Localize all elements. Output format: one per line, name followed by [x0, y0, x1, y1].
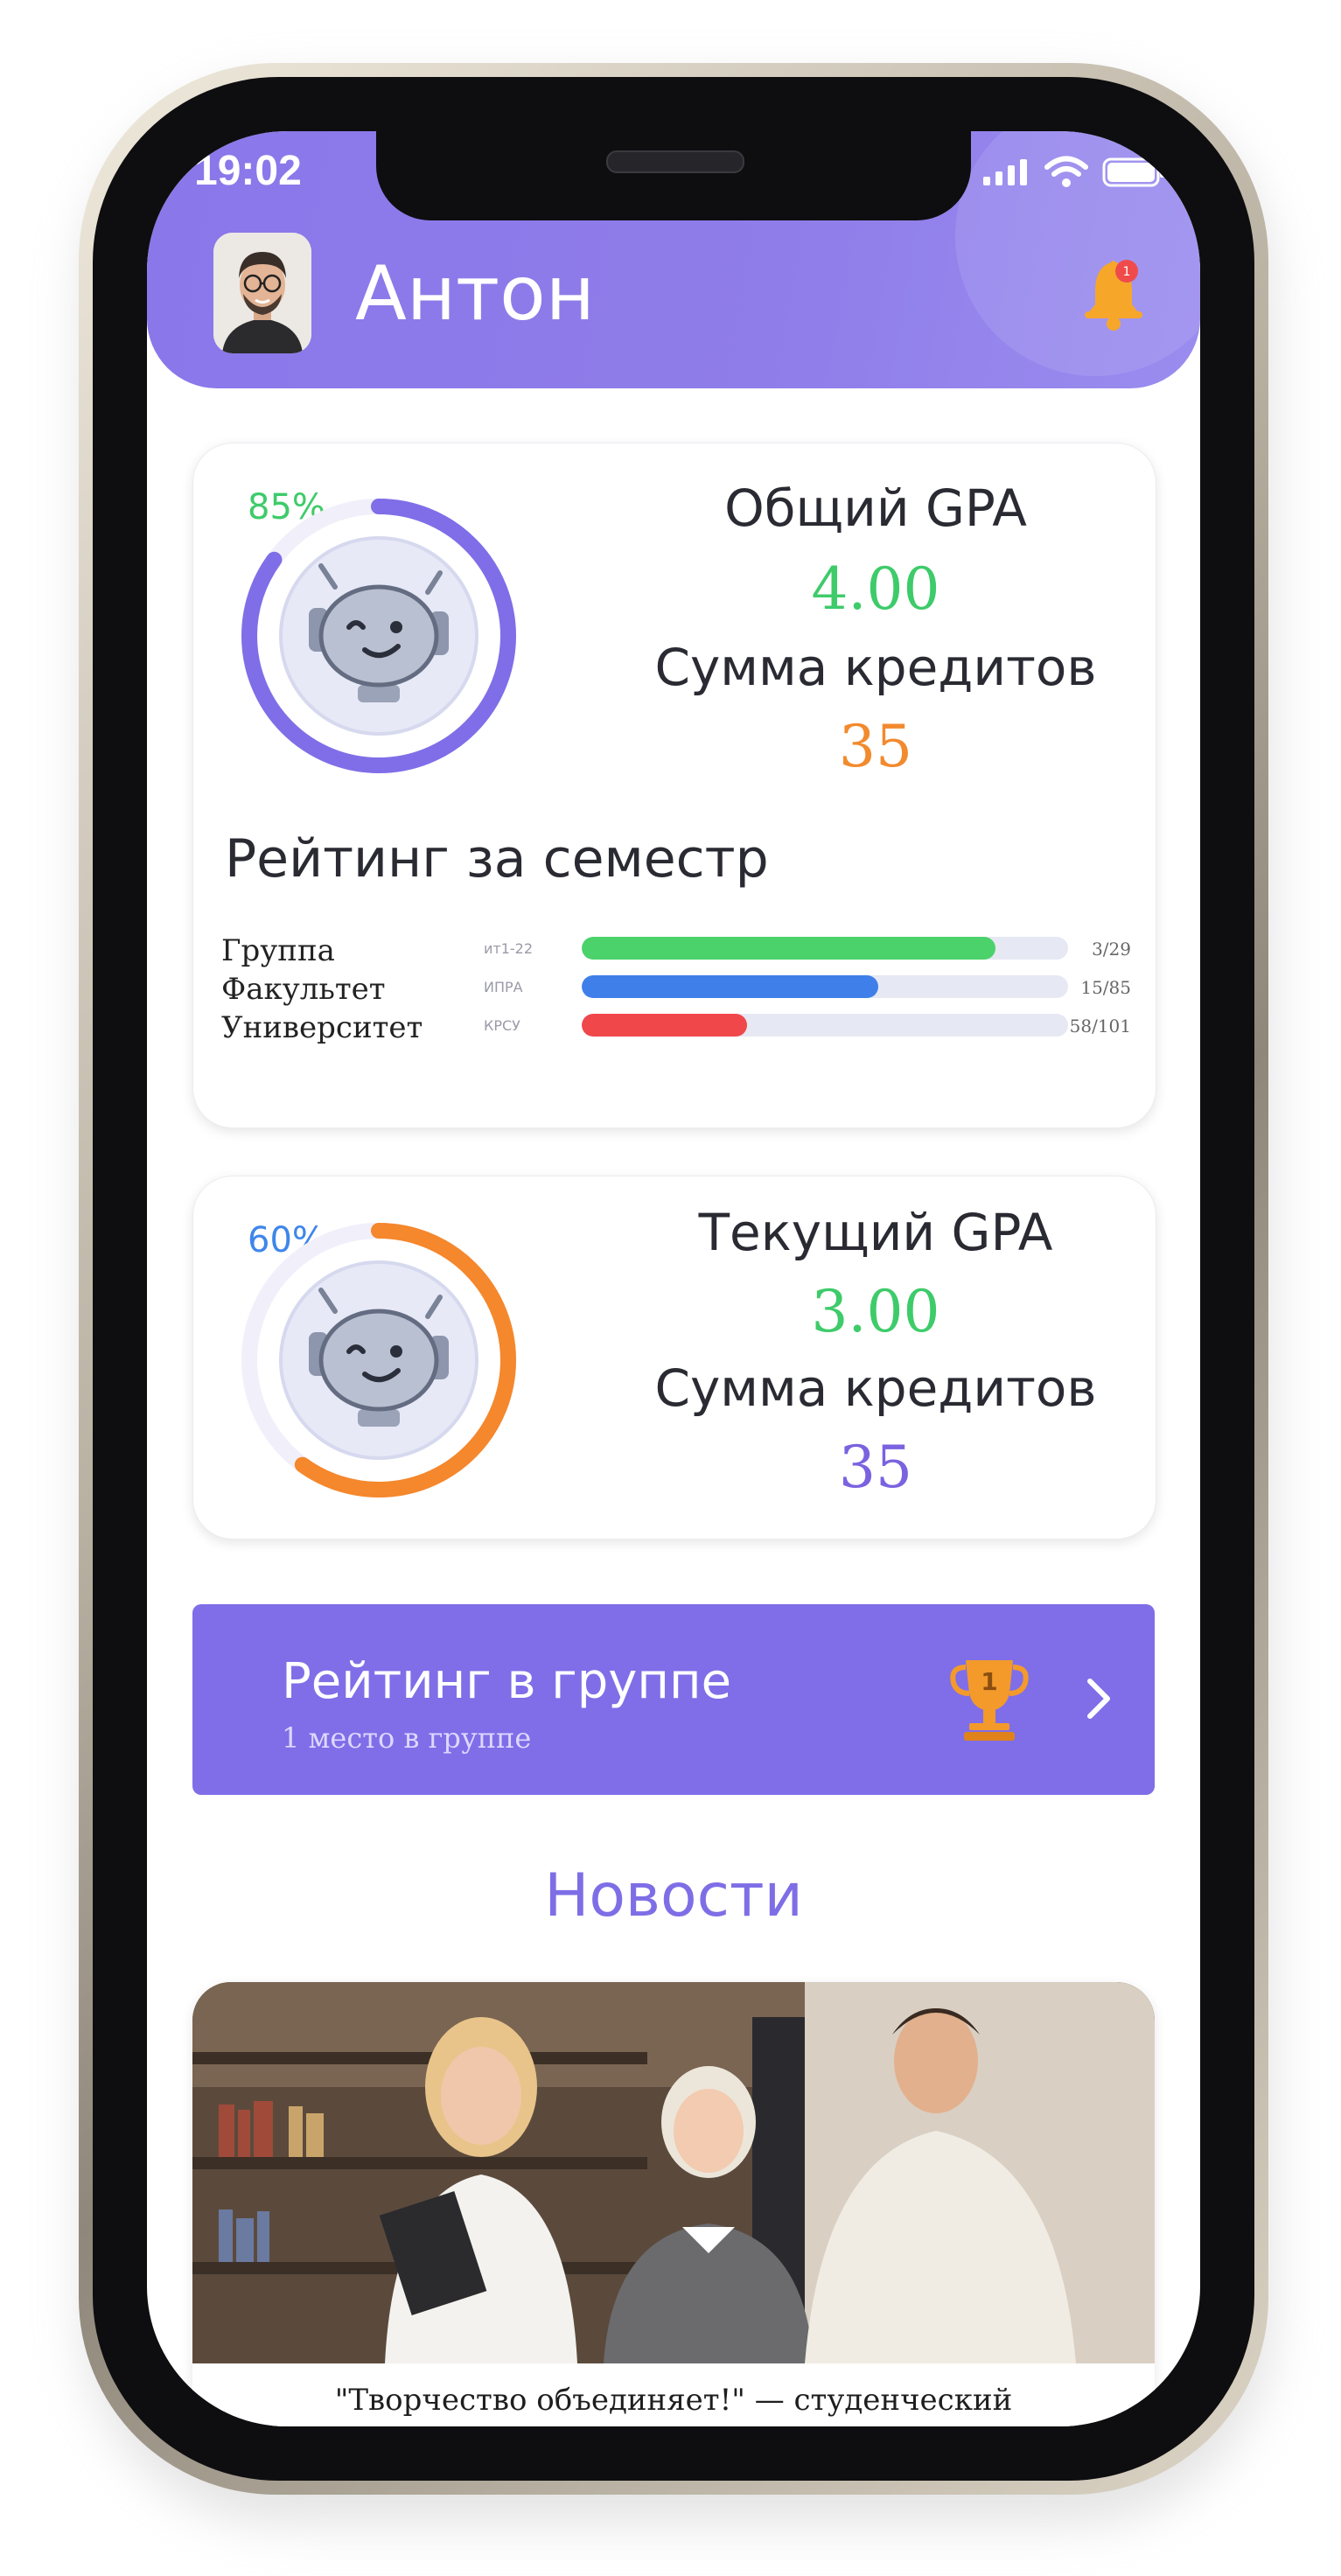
username: Антон	[355, 250, 595, 338]
semester-rating-title: Рейтинг за семестр	[225, 828, 769, 890]
avatar[interactable]	[213, 233, 311, 353]
rank-progress-fill	[582, 937, 995, 960]
rank-position: 3/29	[1092, 939, 1131, 960]
trophy-icon: 1	[950, 1660, 1029, 1741]
wifi-icon	[1044, 156, 1088, 187]
rank-position: 58/101	[1069, 1016, 1131, 1037]
avatar-photo	[213, 233, 311, 353]
group-rating-button[interactable]: Рейтинг в группе 1 место в группе 1	[192, 1604, 1155, 1795]
status-icons	[981, 156, 1167, 189]
rank-row-university: Университет КРСУ 58/101	[221, 1010, 1131, 1045]
overall-credits-value: 35	[839, 713, 912, 780]
overall-gpa-title: Общий GPA	[724, 478, 1027, 538]
current-credits-title: Сумма кредитов	[654, 1358, 1097, 1418]
news-photo	[192, 1982, 1155, 2363]
group-rating-title: Рейтинг в группе	[282, 1653, 732, 1710]
chevron-right-icon[interactable]	[1081, 1672, 1116, 1725]
app-screen: 19:02 Антон 1 85% Общий GPA 4.00 Сумма к…	[147, 131, 1200, 2426]
rank-progress-fill	[582, 975, 879, 998]
current-gpa-card: 60% Текущий GPA 3.00 Сумма кредитов 35	[192, 1176, 1156, 1539]
rank-progress-track	[582, 1014, 1068, 1037]
rank-code: КРСУ	[484, 1017, 520, 1034]
current-credits-value: 35	[839, 1434, 912, 1501]
news-caption: "Творчество объединяет!" — студенческий	[334, 2383, 1013, 2418]
notification-count: 1	[1123, 265, 1131, 279]
group-rating-subtitle: 1 место в группе	[282, 1721, 532, 1755]
rank-row-faculty: Факультет ИПРА 15/85	[221, 972, 1131, 1007]
rank-progress-track	[582, 937, 1068, 960]
robot-mascot-icon	[279, 1260, 478, 1460]
rank-progress-track	[582, 975, 1068, 998]
news-card[interactable]: "Творчество объединяет!" — студенческий	[192, 1982, 1155, 2426]
rank-label: Факультет	[221, 972, 386, 1007]
rank-label: Группа	[221, 933, 335, 968]
signal-icon	[983, 159, 1027, 185]
rank-code: ИПРА	[484, 979, 523, 995]
notch	[376, 131, 971, 220]
overall-credits-title: Сумма кредитов	[654, 638, 1097, 697]
robot-mascot-icon	[279, 536, 478, 736]
current-gpa-title: Текущий GPA	[698, 1203, 1053, 1262]
trophy-number: 1	[981, 1667, 997, 1696]
status-time: 19:02	[194, 148, 302, 194]
speaker	[606, 150, 744, 173]
battery-icon	[1102, 157, 1164, 187]
rank-code: ит1-22	[484, 940, 534, 957]
rank-row-group: Группа ит1-22 3/29	[221, 933, 1131, 968]
rank-label: Университет	[221, 1010, 423, 1045]
rank-progress-fill	[582, 1014, 748, 1037]
rank-position: 15/85	[1080, 977, 1131, 998]
overall-gpa-value: 4.00	[811, 555, 940, 623]
notification-bell-icon[interactable]: 1	[1078, 255, 1149, 331]
news-section-title: Новости	[544, 1861, 803, 1930]
overall-gpa-card: 85% Общий GPA 4.00 Сумма кредитов 35 Рей…	[192, 443, 1156, 1128]
current-gpa-value: 3.00	[811, 1278, 940, 1345]
